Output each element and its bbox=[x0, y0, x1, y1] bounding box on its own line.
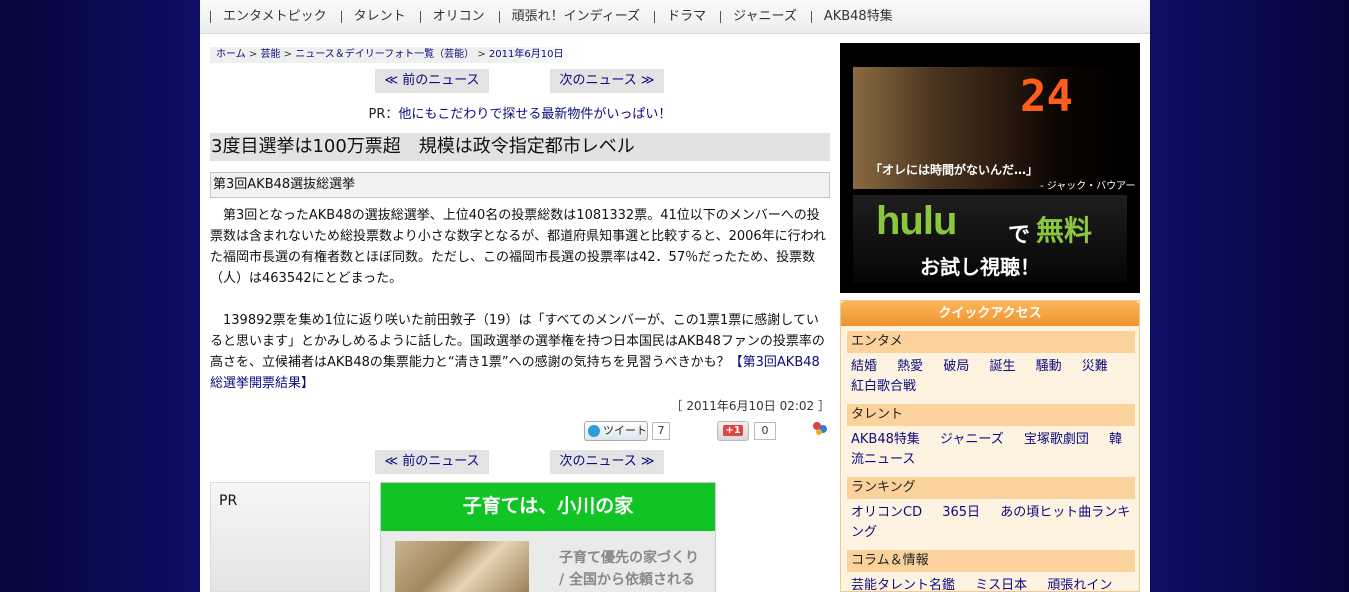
ad-content: 子育て優先の家づくり / 全国から依頼される注目の bbox=[381, 531, 715, 592]
breadcrumb-separator: > bbox=[248, 49, 258, 60]
quick-access-title: クイックアクセス bbox=[841, 301, 1139, 326]
hulu-logo: hulu bbox=[876, 199, 957, 243]
qa-link[interactable]: 紅白歌合戦 bbox=[851, 379, 916, 394]
pr-top-label: PR： bbox=[368, 107, 399, 122]
banner-quote: 「オレには時間がないんだ…」 bbox=[870, 163, 1039, 177]
breadcrumb-news-list[interactable]: ニュース＆デイリーフォト一覧（芸能） bbox=[295, 49, 474, 60]
qa-link[interactable]: 365日 bbox=[942, 505, 980, 520]
nav-item-talent[interactable]: タレント bbox=[340, 10, 420, 23]
plus-count: 0 bbox=[754, 422, 776, 440]
banner-de: で bbox=[1008, 223, 1031, 248]
qa-links-column: 芸能タレント名鑑 ミス日本 頑張れイン bbox=[847, 572, 1135, 592]
banner-free: 無料 bbox=[1036, 214, 1093, 247]
next-news-button[interactable]: 次のニュース ≫ bbox=[550, 69, 664, 93]
nav-item-indies[interactable]: 頑張れ！インディーズ bbox=[498, 10, 654, 23]
prev-news-button[interactable]: ≪ 前のニュース bbox=[375, 69, 489, 93]
next-news-button-bottom[interactable]: 次のニュース ≫ bbox=[550, 450, 664, 474]
qa-link[interactable]: 結婚 bbox=[851, 359, 877, 374]
breadcrumb-separator: > bbox=[283, 49, 293, 60]
tweet-button[interactable]: ツイート bbox=[584, 421, 648, 441]
qa-link[interactable]: オリコンCD bbox=[851, 505, 922, 520]
ad-text: 子育て優先の家づくり / 全国から依頼される注目の bbox=[559, 550, 699, 588]
tweet-count: 7 bbox=[652, 422, 670, 440]
pr-left-box: PR bbox=[210, 482, 370, 592]
pr-top-text[interactable]: 他にもこだわりで探せる最新物件がいっぱい！ bbox=[398, 107, 671, 122]
quick-access-panel: クイックアクセス エンタメ 結婚 熱愛 破局 誕生 騒動 災難 紅白歌合戦 タレ… bbox=[840, 300, 1140, 592]
qa-links-talent: AKB48特集 ジャニーズ 宝塚歌劇団 韓流ニュース bbox=[847, 426, 1135, 472]
article-date: ［ 2011年6月10日 02:02 ］ bbox=[670, 399, 830, 413]
breadcrumb-date[interactable]: 2011年6月10日 bbox=[489, 49, 564, 60]
qa-link[interactable]: AKB48特集 bbox=[851, 432, 920, 447]
top-navigation: エンタメトピック タレント オリコン 頑張れ！インディーズ ドラマ ジャニーズ … bbox=[200, 0, 1150, 34]
qa-link[interactable]: 誕生 bbox=[989, 359, 1015, 374]
qa-link[interactable]: 宝塚歌劇団 bbox=[1024, 432, 1089, 447]
qa-link[interactable]: 破局 bbox=[943, 359, 969, 374]
twitter-bird-icon bbox=[588, 425, 600, 437]
breadcrumb-separator: > bbox=[477, 49, 486, 60]
nav-item-oricon[interactable]: オリコン bbox=[419, 10, 499, 23]
nav-item-johnnys[interactable]: ジャニーズ bbox=[720, 10, 811, 23]
qa-links-ranking: オリコンCD 365日 あの頃ヒット曲ランキング bbox=[847, 499, 1135, 545]
qa-link[interactable]: ジャニーズ bbox=[940, 432, 1004, 447]
ad-headline: 子育ては、小川の家 bbox=[381, 483, 715, 531]
article-subhead: 第3回AKB48選抜総選挙 bbox=[210, 172, 830, 198]
qa-link[interactable]: 騒動 bbox=[1036, 359, 1062, 374]
house-ad[interactable]: 子育ては、小川の家 子育て優先の家づくり / 全国から依頼される注目の bbox=[380, 482, 716, 592]
tweet-label: ツイート bbox=[603, 424, 647, 437]
qa-section-entame: エンタメ bbox=[847, 331, 1135, 353]
banner-24-logo: 24 bbox=[1020, 71, 1073, 122]
ad-house-photo bbox=[395, 541, 529, 592]
article-paragraph: 139892票を集め1位に返り咲いた前田敦子（19）は「すべてのメンバーが、この… bbox=[210, 310, 830, 394]
qa-links-entame: 結婚 熱愛 破局 誕生 騒動 災難 紅白歌合戦 bbox=[847, 353, 1135, 399]
pr-top-link[interactable]: PR：他にもこだわりで探せる最新物件がいっぱい！ bbox=[210, 103, 830, 122]
qa-link[interactable]: 災難 bbox=[1082, 359, 1108, 374]
banner-attribution: - ジャック・バウアー bbox=[1040, 181, 1136, 192]
pr-left-label: PR bbox=[219, 493, 238, 509]
qa-link[interactable]: ミス日本 bbox=[975, 578, 1027, 592]
hulu-banner[interactable]: 24 「オレには時間がないんだ…」 - ジャック・バウアー hulu で 無料 … bbox=[840, 43, 1140, 293]
nav-item-akb48[interactable]: AKB48特集 bbox=[810, 10, 907, 23]
article-body: 第3回となったAKB48の選抜総選挙、上位40名の投票総数は1081332票。4… bbox=[210, 205, 830, 415]
nav-item-entame-topic[interactable]: エンタメトピック bbox=[210, 10, 341, 23]
google-plus-button[interactable]: +1 bbox=[717, 421, 749, 441]
breadcrumb-geino[interactable]: 芸能 bbox=[260, 49, 280, 60]
banner-trial: お試し視聴！ bbox=[920, 255, 1040, 279]
qa-section-ranking: ランキング bbox=[847, 477, 1135, 499]
nav-item-drama[interactable]: ドラマ bbox=[654, 10, 720, 23]
qa-link[interactable]: 頑張れイン bbox=[1047, 578, 1112, 592]
article-headline: 3度目選挙は100万票超 規模は政令指定都市レベル bbox=[210, 133, 830, 161]
article-paragraph: 第3回となったAKB48の選抜総選挙、上位40名の投票総数は1081332票。4… bbox=[210, 208, 827, 286]
page-container: エンタメトピック タレント オリコン 頑張れ！インディーズ ドラマ ジャニーズ … bbox=[200, 0, 1150, 592]
qa-link[interactable]: 熱愛 bbox=[897, 359, 923, 374]
breadcrumb: ホーム > 芸能 > ニュース＆デイリーフォト一覧（芸能） > 2011年6月1… bbox=[210, 47, 582, 63]
google-plus-label: +1 bbox=[723, 425, 743, 436]
page-background-left bbox=[0, 0, 200, 592]
prev-news-button-bottom[interactable]: ≪ 前のニュース bbox=[375, 450, 489, 474]
page-background-right bbox=[1150, 0, 1349, 592]
qa-section-column: コラム＆情報 bbox=[847, 550, 1135, 572]
breadcrumb-home[interactable]: ホーム bbox=[216, 49, 246, 60]
qa-section-talent: タレント bbox=[847, 404, 1135, 426]
qa-link[interactable]: 芸能タレント名鑑 bbox=[851, 578, 955, 592]
share-icon[interactable] bbox=[812, 421, 828, 437]
